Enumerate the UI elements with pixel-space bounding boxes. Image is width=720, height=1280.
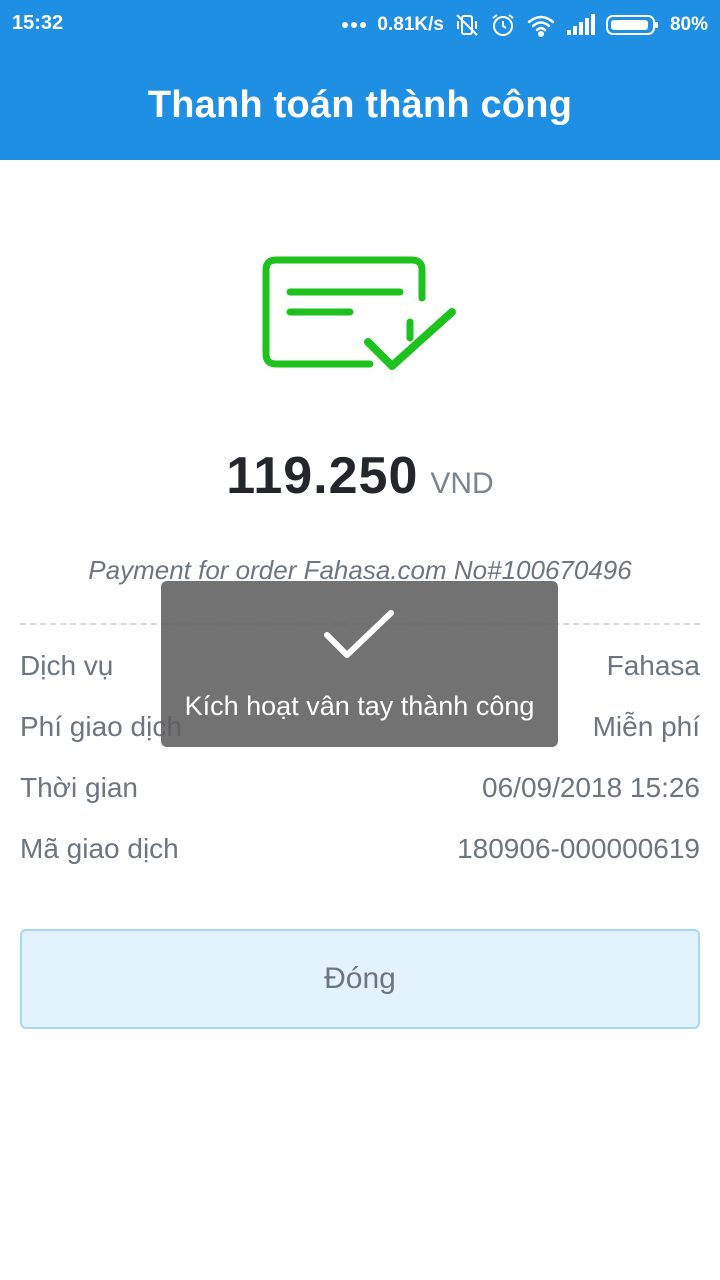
payment-amount: 119.250 — [226, 447, 419, 505]
checkmark-icon — [324, 610, 394, 658]
toast-message: Kích hoạt vân tay thành công — [184, 691, 535, 721]
amount-row: 119.250 VND — [0, 446, 720, 516]
page-title: Thanh toán thành công — [147, 83, 573, 126]
battery-percent: 80% — [669, 14, 708, 35]
alarm-icon — [490, 12, 516, 38]
battery-icon — [605, 14, 660, 36]
wifi-icon — [526, 13, 556, 37]
app-bar: Thanh toán thành công — [0, 50, 720, 160]
payment-success-icon — [262, 256, 456, 370]
status-bar: 15:32 0.81K/s 80% — [0, 0, 720, 50]
detail-row-transaction-id: Mã giao dịch 180906-000000619 — [20, 829, 700, 869]
detail-value: Miễn phí — [592, 711, 700, 742]
close-button-label: Đóng — [324, 962, 396, 995]
vibrate-off-icon — [454, 12, 480, 38]
close-button[interactable]: Đóng — [20, 929, 700, 1029]
toast-notification: Kích hoạt vân tay thành công — [161, 581, 558, 747]
more-dots-icon — [341, 21, 367, 29]
detail-value: Fahasa — [606, 650, 700, 681]
detail-label: Mã giao dịch — [20, 833, 179, 864]
signal-icon — [566, 14, 596, 36]
currency-label: VND — [430, 467, 494, 500]
status-icons: 0.81K/s 80% — [341, 10, 708, 40]
detail-row-time: Thời gian 06/09/2018 15:26 — [20, 768, 700, 808]
status-time: 15:32 — [12, 12, 64, 34]
network-speed: 0.81K/s — [377, 14, 444, 35]
detail-label: Phí giao dịch — [20, 711, 182, 742]
detail-value: 06/09/2018 15:26 — [482, 772, 700, 803]
detail-value: 180906-000000619 — [457, 833, 700, 864]
detail-label: Thời gian — [20, 772, 138, 803]
detail-label: Dịch vụ — [20, 650, 114, 681]
